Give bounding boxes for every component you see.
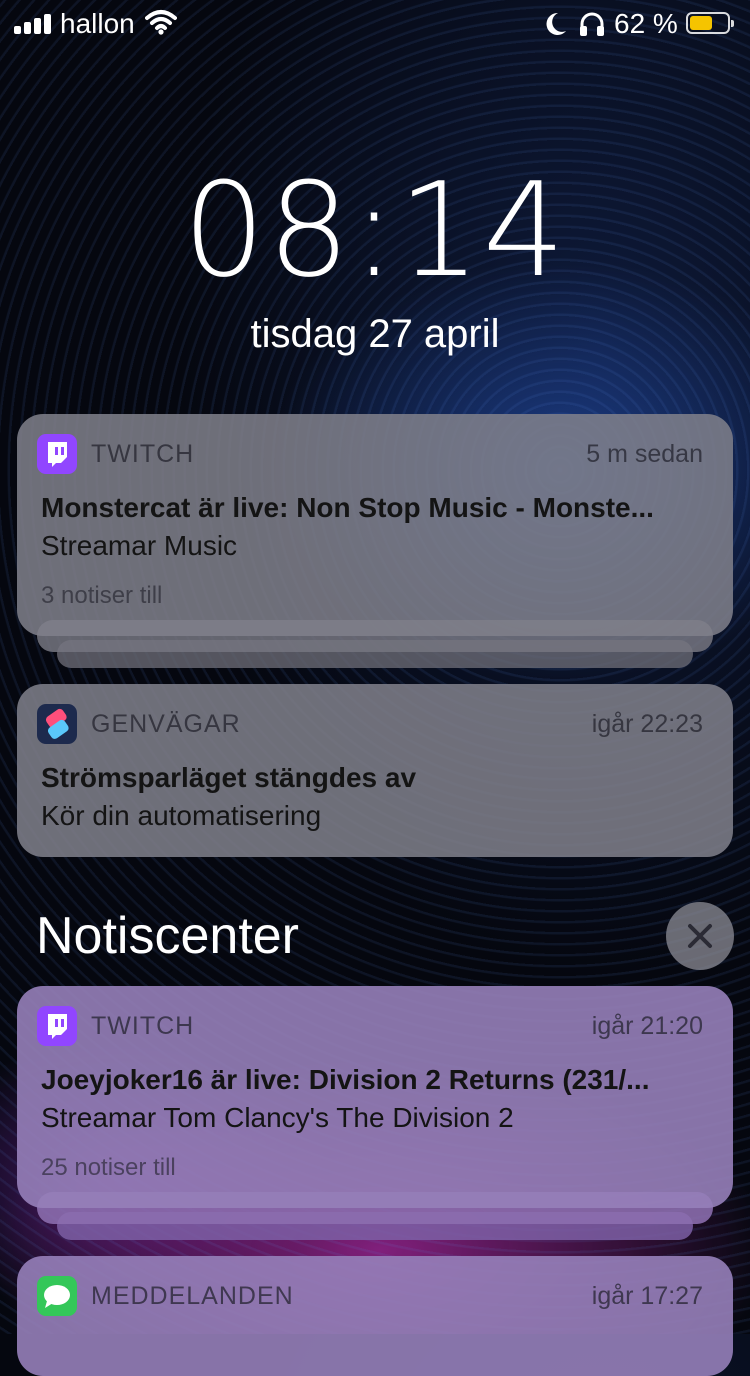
notification-body: Kör din automatisering [41,800,322,831]
clear-notifications-button[interactable] [666,902,734,970]
notification-twitch-stack[interactable]: TWITCH 5 m sedan Monstercat är live: Non… [17,414,733,636]
notification-app-name: MEDDELANDEN [91,1282,294,1310]
notification-title: Strömsparläget stängdes av [41,762,417,793]
notification-app-name: TWITCH [91,440,195,468]
notification-body: Streamar Tom Clancy's The Division 2 [41,1102,514,1133]
notification-shortcuts[interactable]: GENVÄGAR igår 22:23 Strömsparläget stäng… [17,684,733,857]
headphones-icon [580,12,604,36]
moon-icon [546,12,566,35]
notification-time: 5 m sedan [586,440,703,468]
lock-screen-date: tisdag 27 april [250,312,500,356]
messages-icon [37,1276,77,1316]
notification-time: igår 22:23 [591,710,703,738]
notification-center-heading: Notiscenter [36,907,299,965]
notification-twitch-stack[interactable]: TWITCH igår 21:20 Joeyjoker16 är live: D… [17,986,733,1208]
battery-percent: 62 % [614,8,678,39]
wifi-icon [145,10,177,35]
shortcuts-icon [37,704,77,744]
notification-title: Monstercat är live: Non Stop Music - Mon… [41,492,654,523]
battery-icon [686,12,734,34]
close-icon [688,924,712,948]
notification-more-count: 3 notiser till [41,582,163,609]
notification-app-name: TWITCH [91,1012,195,1040]
notification-title: Joeyjoker16 är live: Division 2 Returns … [41,1064,650,1095]
twitch-icon [37,434,77,474]
notification-body: Streamar Music [41,530,238,561]
notification-more-count: 25 notiser till [41,1154,176,1181]
carrier-name: hallon [60,8,135,39]
twitch-icon [37,1006,77,1046]
notification-messages[interactable]: MEDDELANDEN igår 17:27 [17,1256,733,1376]
status-bar: hallon 62 % [0,0,750,50]
notification-app-name: GENVÄGAR [91,710,241,738]
lock-screen-clock: 08:14 [182,154,568,306]
notification-time: igår 17:27 [591,1282,703,1310]
signal-bars-icon [14,14,54,34]
notification-time: igår 21:20 [591,1012,703,1040]
